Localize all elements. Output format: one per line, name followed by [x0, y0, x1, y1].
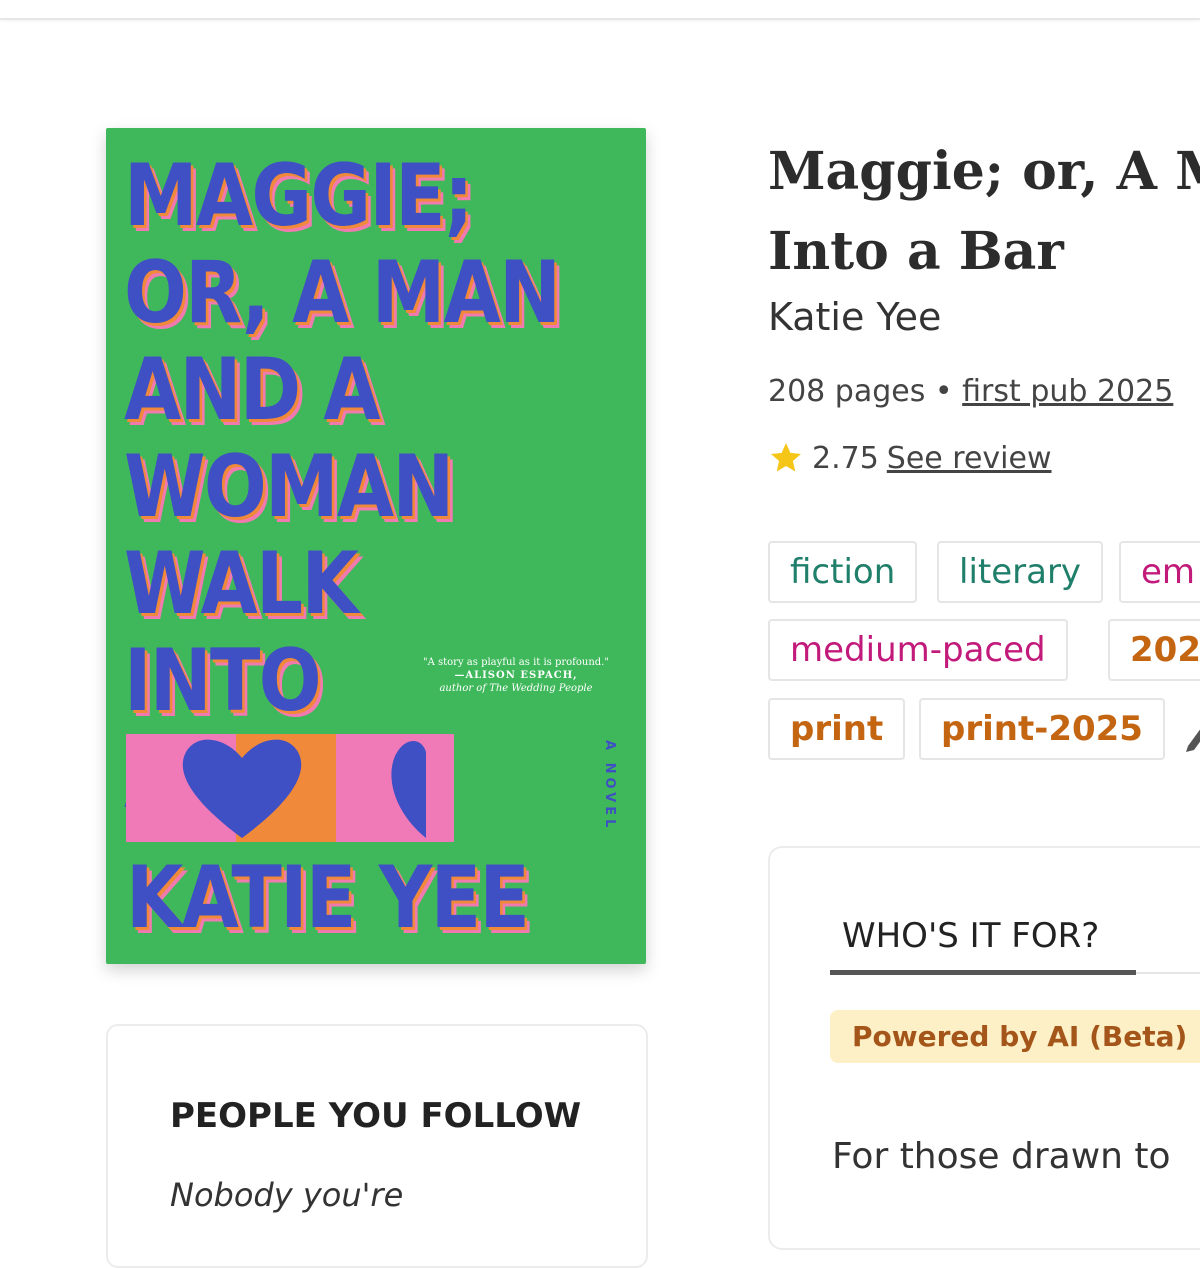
people-you-follow-empty-text: Nobody you're [170, 1176, 404, 1214]
rating-value: 2.75 [812, 440, 879, 476]
ai-beta-badge: Powered by AI (Beta) [830, 1010, 1200, 1063]
pencil-icon[interactable] [1180, 714, 1200, 754]
tab-whos-it-for[interactable]: WHO'S IT FOR? [842, 916, 1099, 956]
tag-print[interactable]: print [768, 698, 906, 760]
book-title-line-1: Maggie; or, A M [768, 141, 1200, 202]
cover-side-label: A NOVEL [602, 740, 617, 832]
cover-blurb: "A story as playful as it is profound." … [406, 656, 626, 695]
cover-blurb-quote: "A story as playful as it is profound." [423, 657, 609, 668]
tag-2025[interactable]: 2025 [1108, 619, 1200, 681]
whos-it-for-card: WHO'S IT FOR? Powered by AI (Beta) For t… [768, 846, 1200, 1250]
book-rating: 2.75 See review [768, 440, 1052, 476]
cover-hearts-illustration [126, 734, 454, 842]
book-author-link[interactable]: Katie Yee [768, 295, 941, 339]
first-pub-link[interactable]: first pub 2025 [962, 374, 1173, 409]
people-you-follow-card: PEOPLE YOU FOLLOW Nobody you're [106, 1024, 648, 1268]
tag-fiction[interactable]: fiction [768, 541, 918, 603]
whos-it-for-text: For those drawn to [832, 1136, 1171, 1177]
top-navigation-bar [0, 0, 1200, 20]
see-review-link[interactable]: See review [887, 441, 1052, 476]
active-tab-indicator [830, 970, 1136, 975]
tag-medium-paced[interactable]: medium-paced [768, 619, 1068, 681]
tag-emotional[interactable]: em [1119, 541, 1200, 603]
star-icon [771, 443, 801, 472]
page-count: 208 pages [768, 374, 926, 409]
cover-blurb-attribution: —ALISON ESPACH, [454, 670, 578, 681]
cover-blurb-author: author of The Wedding People [439, 683, 593, 694]
cover-author-text: KATIE YEE [126, 848, 530, 948]
book-title-line-2: Into a Bar [768, 221, 1064, 282]
book-title: Maggie; or, A M Into a Bar [768, 132, 1200, 292]
tag-print-2025[interactable]: print-2025 [919, 698, 1165, 760]
book-cover-image[interactable]: MAGGIE; OR, A MAN AND A WOMAN WALK INTO … [106, 128, 646, 964]
book-meta: 208 pages • first pub 2025 [768, 374, 1173, 409]
people-you-follow-title: PEOPLE YOU FOLLOW [170, 1096, 582, 1136]
tab-divider [1136, 972, 1200, 974]
tag-literary[interactable]: literary [937, 541, 1104, 603]
cover-title-text: MAGGIE; OR, A MAN AND A WOMAN WALK INTO … [124, 146, 561, 827]
meta-separator: • [934, 374, 953, 409]
